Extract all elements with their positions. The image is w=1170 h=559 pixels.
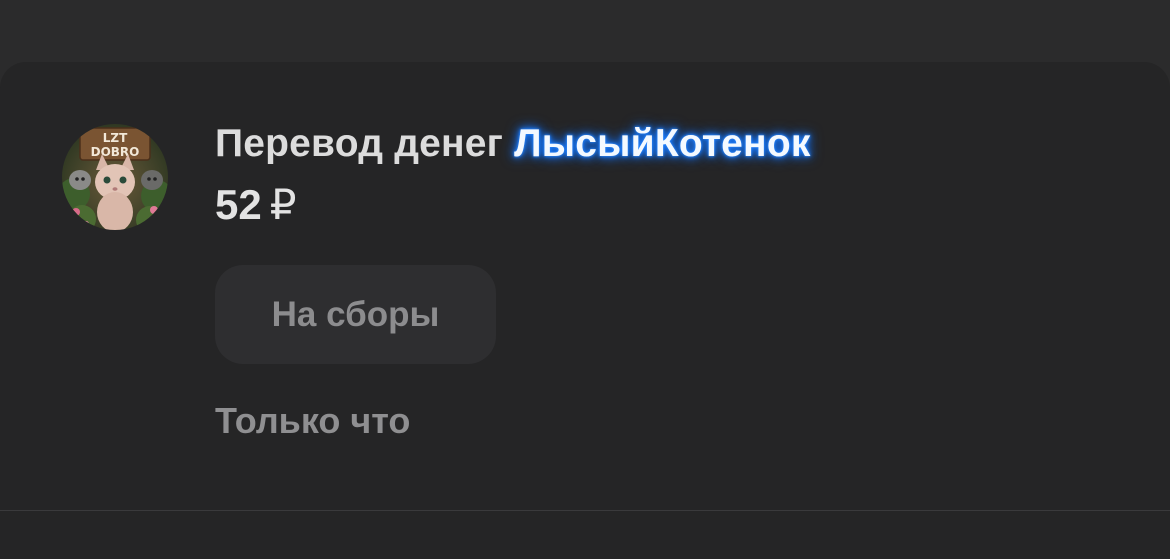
purpose-chip-button[interactable]: На сборы bbox=[215, 265, 496, 364]
transaction-title: Перевод денег ЛысыйКотенок bbox=[215, 122, 811, 172]
amount-value: 52 bbox=[215, 181, 262, 228]
page: LZT DOBRO Перевод денег ЛысыйКотенок 52 ₽… bbox=[0, 0, 1170, 559]
logo-text-bottom: DOBRO bbox=[91, 145, 140, 159]
recipient-nickname[interactable]: ЛысыйКотенок bbox=[514, 122, 810, 165]
logo-text-top: LZT bbox=[103, 131, 128, 145]
avatar: LZT DOBRO bbox=[62, 124, 168, 230]
transaction-amount: 52 ₽ bbox=[215, 180, 296, 229]
currency-symbol: ₽ bbox=[269, 181, 297, 228]
purpose-label: На сборы bbox=[271, 294, 440, 334]
transaction-time: Только что bbox=[215, 400, 411, 441]
cat-avatar-icon: LZT DOBRO bbox=[62, 124, 168, 230]
transaction-title-prefix: Перевод денег bbox=[215, 122, 515, 165]
divider bbox=[0, 510, 1170, 511]
